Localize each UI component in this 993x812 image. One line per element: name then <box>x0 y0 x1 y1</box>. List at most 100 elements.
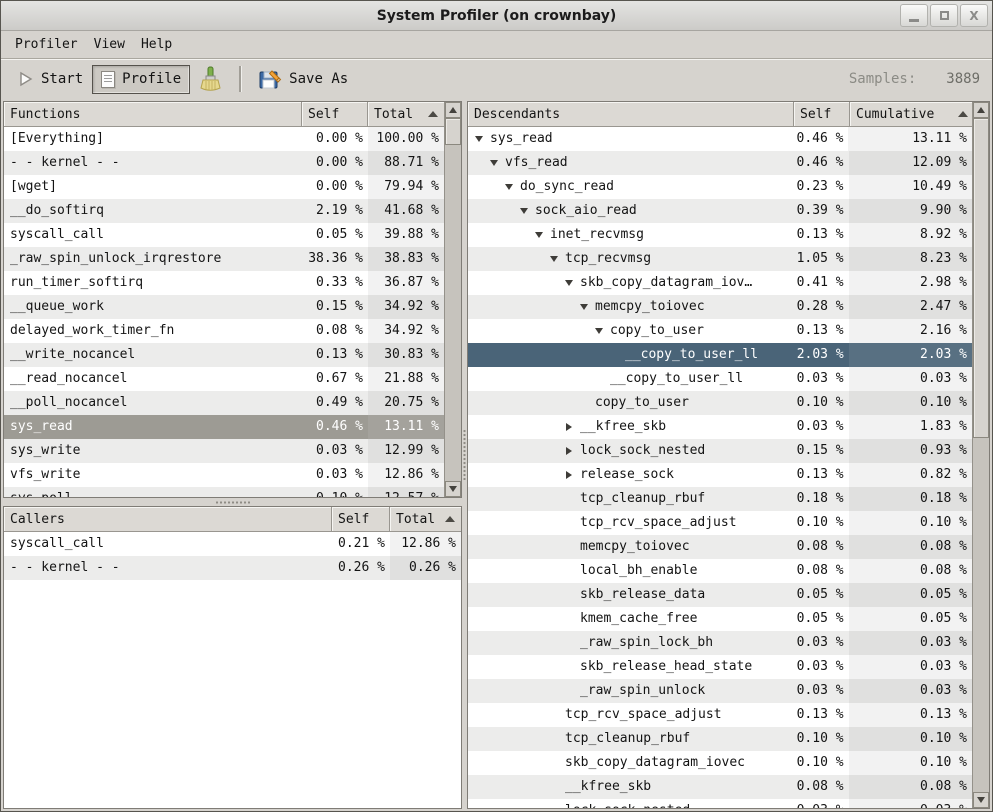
table-row[interactable]: local_bh_enable0.08 %0.08 % <box>468 559 972 583</box>
table-row[interactable]: vfs_read0.46 %12.09 % <box>468 151 972 175</box>
play-icon <box>18 71 34 87</box>
scrollbar-thumb[interactable] <box>445 118 461 145</box>
expander-open-icon[interactable] <box>577 304 591 310</box>
minimize-button[interactable] <box>900 4 928 27</box>
table-row[interactable]: syscall_call0.21 %12.86 % <box>4 532 461 556</box>
scroll-down-button[interactable] <box>973 792 989 808</box>
table-row[interactable]: __read_nocancel0.67 %21.88 % <box>4 367 444 391</box>
self-value: 0.33 % <box>302 271 368 295</box>
table-row[interactable]: skb_release_head_state0.03 %0.03 % <box>468 655 972 679</box>
table-row[interactable]: memcpy_toiovec0.08 %0.08 % <box>468 535 972 559</box>
table-row[interactable]: __copy_to_user_ll0.03 %0.03 % <box>468 367 972 391</box>
table-row[interactable]: memcpy_toiovec0.28 %2.47 % <box>468 295 972 319</box>
table-row[interactable]: inet_recvmsg0.13 %8.92 % <box>468 223 972 247</box>
table-row[interactable]: run_timer_softirq0.33 %36.87 % <box>4 271 444 295</box>
expander-open-icon[interactable] <box>517 208 531 214</box>
table-row[interactable]: __poll_nocancel0.49 %20.75 % <box>4 391 444 415</box>
table-row[interactable]: _raw_spin_unlock_irqrestore38.36 %38.83 … <box>4 247 444 271</box>
menu-help[interactable]: Help <box>133 34 180 55</box>
titlebar[interactable]: System Profiler (on crownbay) X <box>1 1 992 31</box>
table-row[interactable]: kmem_cache_free0.05 %0.05 % <box>468 607 972 631</box>
close-button[interactable]: X <box>960 4 988 27</box>
expander-open-icon[interactable] <box>472 136 486 142</box>
start-button[interactable]: Start <box>9 65 92 93</box>
table-row[interactable]: tcp_rcv_space_adjust0.13 %0.13 % <box>468 703 972 727</box>
table-row[interactable]: delayed_work_timer_fn0.08 %34.92 % <box>4 319 444 343</box>
table-row[interactable]: copy_to_user0.13 %2.16 % <box>468 319 972 343</box>
scroll-down-button[interactable] <box>445 481 461 497</box>
expander-closed-icon[interactable] <box>562 423 576 431</box>
table-row[interactable]: copy_to_user0.10 %0.10 % <box>468 391 972 415</box>
table-row[interactable]: sock_aio_read0.39 %9.90 % <box>468 199 972 223</box>
expander-closed-icon[interactable] <box>562 447 576 455</box>
table-row[interactable]: vfs_write0.03 %12.86 % <box>4 463 444 487</box>
functions-total-column-header[interactable]: Total <box>368 102 444 127</box>
self-value: 0.00 % <box>302 151 368 175</box>
functions-column-header[interactable]: Functions <box>4 102 302 127</box>
expander-closed-icon[interactable] <box>562 471 576 479</box>
self-value: 0.08 % <box>793 775 849 799</box>
table-row[interactable]: __copy_to_user_ll2.03 %2.03 % <box>468 343 972 367</box>
cumulative-value: 0.08 % <box>849 535 972 559</box>
scrollbar-thumb[interactable] <box>973 118 989 438</box>
profile-toggle-button[interactable]: Profile <box>92 65 190 94</box>
scroll-up-button[interactable] <box>973 102 989 118</box>
table-row[interactable]: tcp_rcv_space_adjust0.10 %0.10 % <box>468 511 972 535</box>
table-row[interactable]: lock_sock_nested0.15 %0.93 % <box>468 439 972 463</box>
descendants-self-column-header[interactable]: Self <box>794 102 850 127</box>
table-row[interactable]: __kfree_skb0.08 %0.08 % <box>468 775 972 799</box>
table-row[interactable]: _raw_spin_unlock0.03 %0.03 % <box>468 679 972 703</box>
expander-open-icon[interactable] <box>592 328 606 334</box>
table-row[interactable]: sys_write0.03 %12.99 % <box>4 439 444 463</box>
table-row[interactable]: do_sync_read0.23 %10.49 % <box>468 175 972 199</box>
table-row[interactable]: __write_nocancel0.13 %30.83 % <box>4 343 444 367</box>
table-row[interactable]: tcp_cleanup_rbuf0.18 %0.18 % <box>468 487 972 511</box>
menu-view[interactable]: View <box>86 34 133 55</box>
table-row[interactable]: _raw_spin_lock_bh0.03 %0.03 % <box>468 631 972 655</box>
descendants-column-header[interactable]: Descendants <box>468 102 794 127</box>
table-row[interactable]: tcp_cleanup_rbuf0.10 %0.10 % <box>468 727 972 751</box>
descendants-cumulative-column-header[interactable]: Cumulative <box>850 102 974 127</box>
functions-self-column-header[interactable]: Self <box>302 102 368 127</box>
function-name: do_sync_read <box>520 175 614 199</box>
table-row[interactable]: tcp_recvmsg1.05 %8.23 % <box>468 247 972 271</box>
table-row[interactable]: - - kernel - -0.26 %0.26 % <box>4 556 461 580</box>
total-value: 21.88 % <box>368 367 444 391</box>
table-row[interactable]: sys_read0.46 %13.11 % <box>468 127 972 151</box>
menubar: Profiler View Help <box>1 31 992 58</box>
table-row[interactable]: sys_poll0.10 %12.57 % <box>4 487 444 497</box>
expander-open-icon[interactable] <box>502 184 516 190</box>
table-row[interactable]: lock_sock_nested0.03 %0.03 % <box>468 799 972 808</box>
table-row[interactable]: release_sock0.13 %0.82 % <box>468 463 972 487</box>
table-row[interactable]: skb_release_data0.05 %0.05 % <box>468 583 972 607</box>
function-name-cell: skb_release_head_state <box>468 655 793 679</box>
function-name-cell: skb_copy_datagram_iovec <box>468 751 793 775</box>
callers-column-header[interactable]: Callers <box>4 507 332 532</box>
functions-scrollbar[interactable] <box>444 102 461 497</box>
maximize-button[interactable] <box>930 4 958 27</box>
table-row[interactable]: [wget]0.00 %79.94 % <box>4 175 444 199</box>
reset-button[interactable] <box>190 60 230 99</box>
descendants-scrollbar[interactable] <box>972 102 989 808</box>
callers-self-column-header[interactable]: Self <box>332 507 390 532</box>
table-row[interactable]: __do_softirq2.19 %41.68 % <box>4 199 444 223</box>
self-value: 0.00 % <box>302 175 368 199</box>
scroll-up-button[interactable] <box>445 102 461 118</box>
table-row[interactable]: __queue_work0.15 %34.92 % <box>4 295 444 319</box>
table-row[interactable]: [Everything]0.00 %100.00 % <box>4 127 444 151</box>
expander-open-icon[interactable] <box>547 256 561 262</box>
table-row[interactable]: __kfree_skb0.03 %1.83 % <box>468 415 972 439</box>
table-row[interactable]: sys_read0.46 %13.11 % <box>4 415 444 439</box>
save-as-button[interactable]: Save As <box>250 62 357 97</box>
expander-open-icon[interactable] <box>562 280 576 286</box>
table-row[interactable]: skb_copy_datagram_iovec0.10 %0.10 % <box>468 751 972 775</box>
horizontal-pane-divider[interactable] <box>3 498 462 506</box>
callers-total-column-header[interactable]: Total <box>390 507 461 532</box>
table-row[interactable]: - - kernel - -0.00 %88.71 % <box>4 151 444 175</box>
table-row[interactable]: skb_copy_datagram_iov…0.41 %2.98 % <box>468 271 972 295</box>
table-row[interactable]: syscall_call0.05 %39.88 % <box>4 223 444 247</box>
menu-profiler[interactable]: Profiler <box>7 34 86 55</box>
expander-open-icon[interactable] <box>487 160 501 166</box>
expander-open-icon[interactable] <box>532 232 546 238</box>
cumulative-value: 0.18 % <box>849 487 972 511</box>
